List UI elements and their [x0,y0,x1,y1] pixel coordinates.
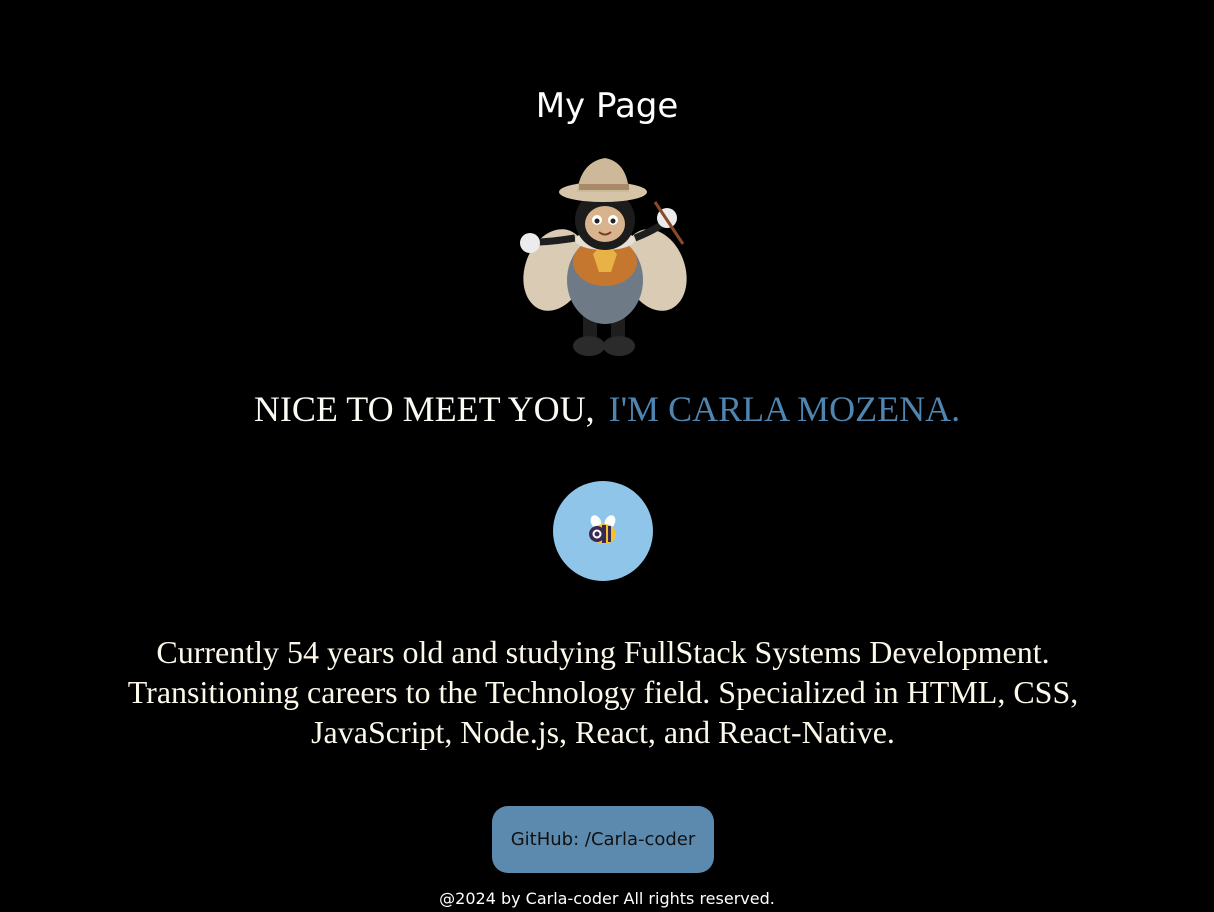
github-link-button[interactable]: GitHub: /Carla-coder [492,806,714,873]
avatar [553,481,653,581]
greeting-part1: NICE TO MEET YOU, [253,389,595,429]
greeting-heading: NICE TO MEET YOU, I'M CARLA MOZENA. [0,388,1214,430]
greeting-name: I'M CARLA MOZENA. [608,389,961,429]
bee-icon [589,515,616,544]
bio-text: Currently 54 years old and studying Full… [127,634,1079,750]
page: My Page NICE TO MEET YOU, I'M CARLA MOZE… [0,0,1214,912]
page-title: My Page [535,86,679,126]
bee-painter-illustration [515,150,695,362]
footer-copyright: @2024 by Carla-coder All rights reserved… [439,889,775,908]
